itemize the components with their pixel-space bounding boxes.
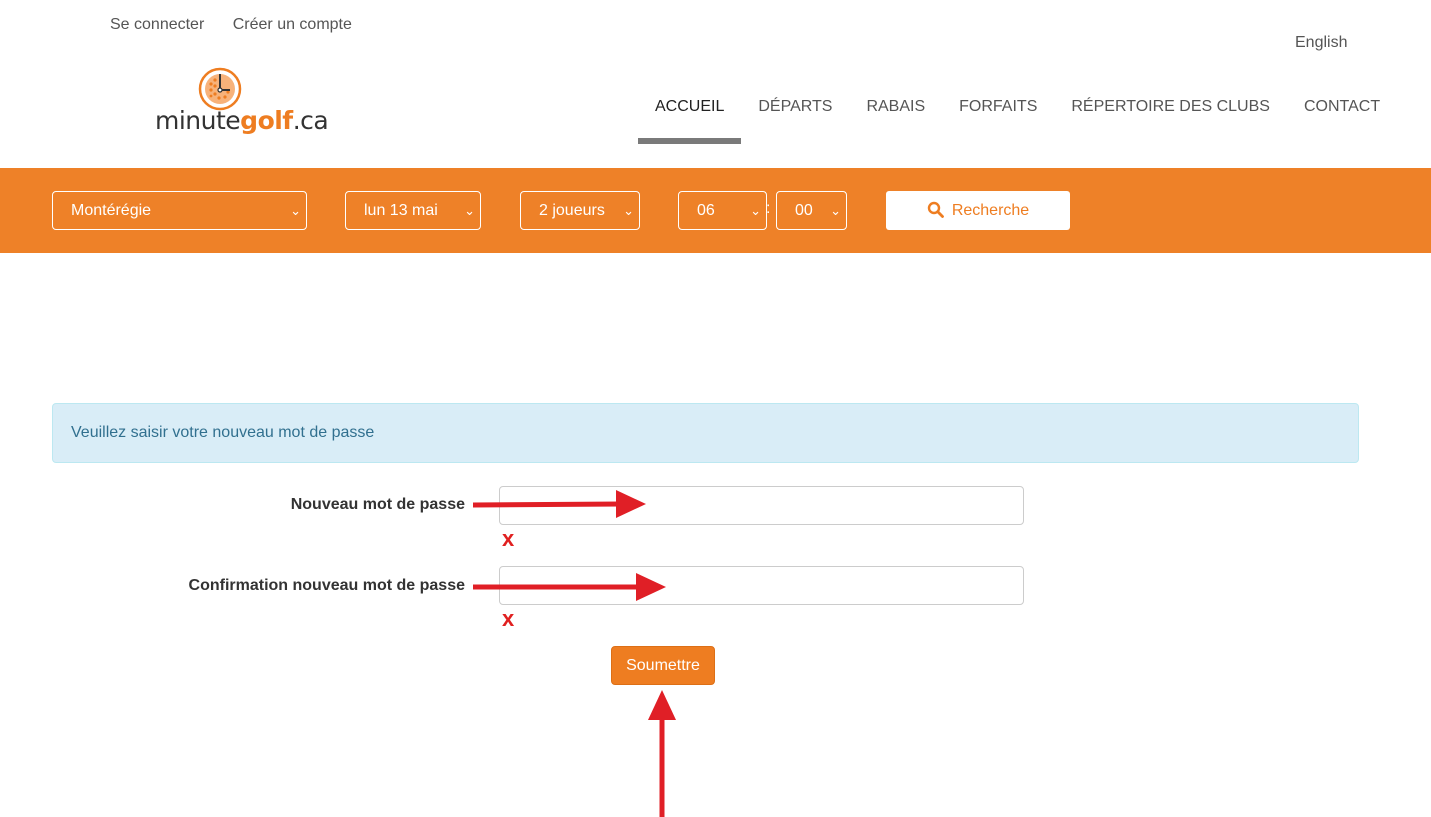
annotation-arrows — [472, 490, 676, 817]
arrow-to-submit — [648, 690, 676, 817]
arrow-to-confirm-password — [473, 573, 666, 601]
arrow-to-new-password — [472, 490, 646, 518]
